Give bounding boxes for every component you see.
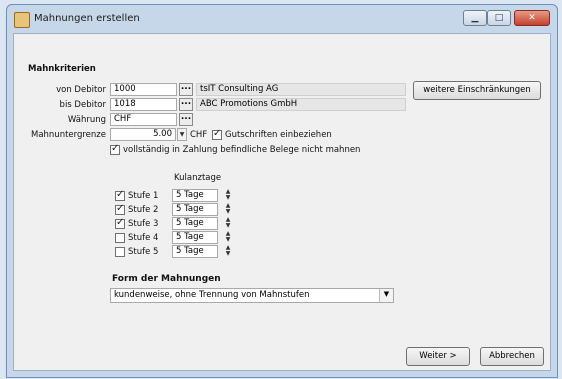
gutschriften-checkbox[interactable] [212, 128, 222, 140]
form-title: Form der Mahnungen [112, 274, 221, 284]
stufe-1-checkbox[interactable] [115, 189, 125, 201]
chevron-down-icon[interactable]: ▼ [379, 289, 393, 302]
von-debitor-label: von Debitor [56, 85, 106, 95]
minimize-button[interactable]: ▁ [463, 10, 487, 26]
stufe-5-spinner-icon[interactable]: ▲ ▼ [223, 245, 233, 258]
stufe-4-spinner-icon[interactable]: ▲ ▼ [223, 231, 233, 244]
maximize-button[interactable]: □ [487, 10, 511, 26]
kulanztage-header: Kulanztage [174, 173, 222, 183]
waehrung-lookup-button[interactable]: ... [179, 113, 193, 126]
waehrung-input[interactable]: CHF [110, 113, 177, 126]
app-icon [14, 12, 30, 28]
stufe-4-input[interactable]: 5 Tage [172, 231, 218, 244]
bis-debitor-label: bis Debitor [59, 100, 106, 110]
stufe-1-spinner-icon[interactable]: ▲ ▼ [223, 189, 233, 202]
weiter-button[interactable]: Weiter > [406, 347, 470, 366]
stufe-3-checkbox[interactable] [115, 217, 125, 229]
waehrung-label: Währung [67, 115, 106, 125]
form-select[interactable]: kundenweise, ohne Trennung von Mahnstufe… [110, 288, 394, 303]
dialog-content: Mahnkriterien von Debitor 1000 ... tsIT … [13, 33, 551, 371]
weitere-button-label: weitere Einschränkungen [423, 85, 531, 95]
stufe-2-input[interactable]: 5 Tage [172, 203, 218, 216]
bis-debitor-input[interactable]: 1018 [110, 98, 177, 111]
mahnuntergrenze-unit: CHF [190, 130, 208, 140]
stufe-1-label: Stufe 1 [128, 191, 159, 201]
close-button[interactable]: ✕ [514, 10, 550, 26]
abbrechen-button-label: Abbrechen [489, 351, 535, 361]
window-title: Mahnungen erstellen [34, 13, 140, 24]
mahnuntergrenze-dropdown-icon[interactable]: ▼ [177, 128, 187, 141]
stufe-5-input[interactable]: 5 Tage [172, 245, 218, 258]
bis-debitor-name: ABC Promotions GmbH [196, 98, 406, 111]
stufe-3-spinner-icon[interactable]: ▲ ▼ [223, 217, 233, 230]
stufe-1-input[interactable]: 5 Tage [172, 189, 218, 202]
stufe-2-spinner-icon[interactable]: ▲ ▼ [223, 203, 233, 216]
stufe-5-label: Stufe 5 [128, 247, 159, 257]
weitere-einschraenkungen-button[interactable]: weitere Einschränkungen [413, 81, 541, 100]
mahnuntergrenze-input[interactable]: 5.00 [110, 128, 176, 141]
dialog-window: Mahnungen erstellen ▁ □ ✕ Mahnkriterien … [6, 4, 558, 378]
title-bar: Mahnungen erstellen ▁ □ ✕ [7, 5, 557, 33]
stufe-3-input[interactable]: 5 Tage [172, 217, 218, 230]
stufe-2-checkbox[interactable] [115, 203, 125, 215]
vollstaendig-label: vollständig in Zahlung befindliche Beleg… [123, 145, 361, 155]
stufe-3-label: Stufe 3 [128, 219, 159, 229]
stufe-2-label: Stufe 2 [128, 205, 159, 215]
stufe-5-checkbox[interactable] [115, 247, 125, 257]
section-title: Mahnkriterien [28, 64, 96, 74]
stufe-4-label: Stufe 4 [128, 233, 159, 243]
gutschriften-label: Gutschriften einbeziehen [225, 130, 332, 140]
form-select-value: kundenweise, ohne Trennung von Mahnstufe… [114, 290, 310, 300]
bis-debitor-lookup-button[interactable]: ... [179, 98, 193, 111]
mahnuntergrenze-label: Mahnuntergrenze [30, 130, 106, 140]
vollstaendig-checkbox[interactable] [110, 143, 120, 155]
weiter-button-label: Weiter > [419, 351, 457, 361]
von-debitor-lookup-button[interactable]: ... [179, 83, 193, 96]
abbrechen-button[interactable]: Abbrechen [480, 347, 544, 366]
stufe-4-checkbox[interactable] [115, 233, 125, 243]
von-debitor-name: tsIT Consulting AG [196, 83, 406, 96]
von-debitor-input[interactable]: 1000 [110, 83, 177, 96]
